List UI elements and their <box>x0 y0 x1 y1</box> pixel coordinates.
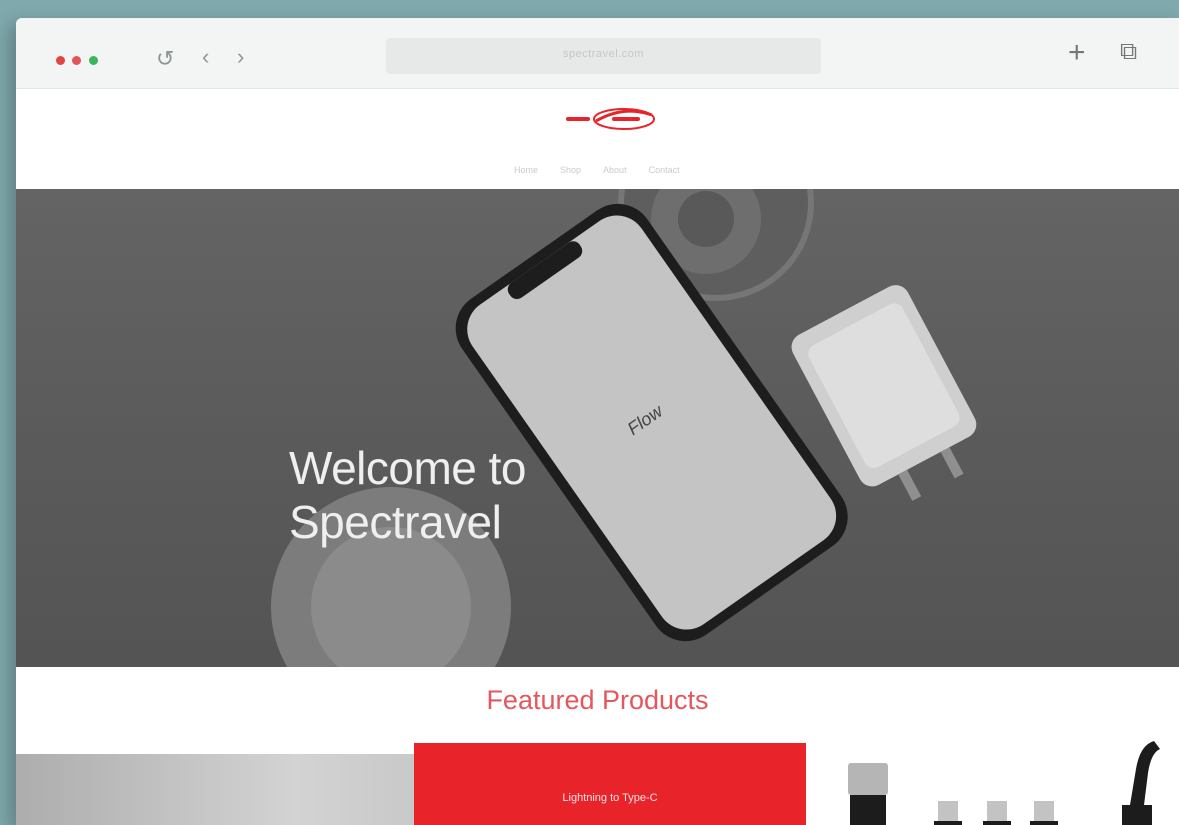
hero-title: Welcome to Spectravel <box>289 441 527 549</box>
nav-link-shop[interactable]: Shop <box>560 165 581 175</box>
address-bar[interactable]: spectravel.com <box>386 38 821 74</box>
close-window-button[interactable] <box>56 56 65 65</box>
maximize-window-button[interactable] <box>89 56 98 65</box>
product-card[interactable]: Lightning to Type-C <box>414 743 806 825</box>
featured-section: Featured Products Lightning to Type-C <box>16 667 1179 825</box>
product-image-cables[interactable] <box>826 739 1179 825</box>
address-text: spectravel.com <box>563 48 644 60</box>
product-card-label: Lightning to Type-C <box>562 792 658 804</box>
featured-title: Featured Products <box>486 685 709 715</box>
hero-banner: Flow Welcome to Spectravel <box>16 189 1179 667</box>
hero-title-line1: Welcome to <box>289 442 527 494</box>
browser-toolbar: ↺ ‹ › spectravel.com + ⧉ <box>16 18 1179 89</box>
forward-icon[interactable]: › <box>237 46 244 68</box>
product-image-left[interactable] <box>16 754 414 825</box>
brand-logo[interactable] <box>552 101 664 137</box>
nav-link-about[interactable]: About <box>603 165 627 175</box>
hero-image: Flow <box>271 189 977 667</box>
site-header: Home Shop About Contact <box>16 89 1179 189</box>
main-nav: Home Shop About Contact <box>514 165 680 175</box>
minimize-window-button[interactable] <box>72 56 81 65</box>
hero-title-line2: Spectravel <box>289 496 502 548</box>
monitor-screen: ↺ ‹ › spectravel.com + ⧉ Home Shop About… <box>16 18 1179 825</box>
back-icon[interactable]: ‹ <box>202 46 209 68</box>
new-tab-icon[interactable]: + <box>1068 38 1086 68</box>
nav-link-home[interactable]: Home <box>514 165 538 175</box>
tabs-overview-icon[interactable]: ⧉ <box>1120 40 1137 64</box>
nav-link-contact[interactable]: Contact <box>649 165 680 175</box>
reload-icon[interactable]: ↺ <box>156 48 174 70</box>
